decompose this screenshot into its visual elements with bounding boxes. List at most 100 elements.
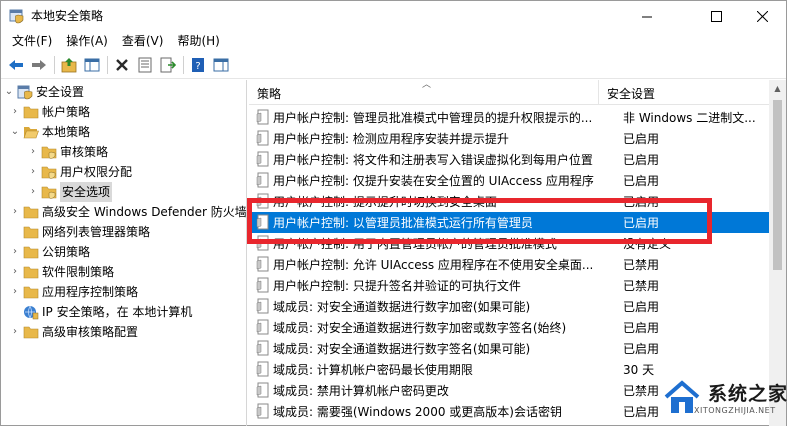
expand-arrow-icon[interactable]: › — [27, 162, 39, 182]
show-hide-tree-button[interactable] — [81, 54, 103, 76]
policy-row[interactable]: 域成员: 对安全通道数据进行数字加密(如果可能) 已启用 — [249, 296, 786, 317]
help-icon: ? — [192, 58, 204, 72]
tree-item-software-restriction[interactable]: › 软件限制策略 — [9, 262, 114, 282]
policy-name: 用户帐户控制: 管理员批准模式中管理员的提升权限提示的... — [273, 110, 593, 125]
ip-security-icon — [24, 305, 39, 320]
policy-setting: 已禁用 — [623, 257, 660, 272]
tree-item-label: 公钥策略 — [42, 245, 91, 259]
tree-item-security-options[interactable]: › 安全选项 — [27, 182, 113, 202]
policy-row[interactable]: 用户帐户控制: 仅提升安装在安全位置的 UIAccess 应用程序 已启用 — [249, 170, 786, 191]
policy-row[interactable]: 域成员: 对安全通道数据进行数字加密或数字签名(始终) 已启用 — [249, 317, 786, 338]
policy-item-icon — [256, 361, 269, 377]
expand-arrow-icon[interactable]: › — [9, 202, 21, 222]
policy-item-icon — [256, 130, 269, 146]
policy-row[interactable]: 域成员: 对安全通道数据进行数字签名(如果可能) 已启用 — [249, 338, 786, 359]
toolbar-separator — [183, 56, 184, 74]
policy-item-icon — [256, 151, 269, 167]
policy-item-icon — [256, 256, 269, 272]
policy-item-icon — [256, 298, 269, 314]
policy-setting: 已启用 — [623, 152, 660, 167]
folder-icon — [23, 286, 39, 299]
minimize-icon — [641, 16, 652, 17]
menu-view[interactable]: 查看(V) — [115, 31, 171, 51]
tree-item-audit-policy[interactable]: › 审核策略 — [27, 142, 108, 162]
tree-item-label: 应用程序控制策略 — [42, 285, 139, 299]
expand-arrow-icon[interactable]: › — [9, 242, 21, 262]
policy-name: 用户帐户控制: 将文件和注册表写入错误虚拟化到每用户位置 — [273, 152, 593, 167]
sort-ascending-icon: ︿ — [422, 80, 432, 90]
policy-name: 域成员: 对安全通道数据进行数字签名(如果可能) — [273, 341, 531, 356]
policy-folder-icon — [41, 186, 57, 199]
no-arrow — [9, 302, 21, 322]
tree-item-network-list-manager[interactable]: 网络列表管理器策略 — [9, 222, 150, 242]
policy-row[interactable]: 用户帐户控制: 检测应用程序安装并提示提升 已启用 — [249, 128, 786, 149]
tree-item-label: 审核策略 — [60, 145, 109, 159]
toolbar-separator — [107, 56, 108, 74]
menu-action[interactable]: 操作(A) — [59, 31, 115, 51]
tree-item-public-key-policies[interactable]: › 公钥策略 — [9, 242, 90, 262]
tree-item-windows-defender-firewall[interactable]: › 高级安全 Windows Defender 防火墙 — [9, 202, 246, 222]
export-list-button[interactable] — [157, 54, 179, 76]
tree-item-user-rights-assignment[interactable]: › 用户权限分配 — [27, 162, 132, 182]
help-button[interactable]: ? — [187, 54, 209, 76]
tree-item-label: 帐户策略 — [42, 105, 91, 119]
maximize-button[interactable] — [693, 1, 739, 31]
no-arrow — [9, 222, 21, 242]
tree-item-label: 用户权限分配 — [60, 165, 133, 179]
policy-row[interactable]: 用户帐户控制: 允许 UIAccess 应用程序在不使用安全桌面... 已禁用 — [249, 254, 786, 275]
show-action-pane-button[interactable] — [210, 54, 232, 76]
tree-item-account-policies[interactable]: › 帐户策略 — [9, 102, 90, 122]
toolbar: ? — [1, 52, 786, 79]
tree-item-label: 软件限制策略 — [42, 265, 115, 279]
policy-name: 域成员: 禁用计算机帐户密码更改 — [273, 383, 449, 398]
scroll-up-arrow-icon[interactable]: ▲ — [769, 80, 786, 97]
expand-arrow-icon[interactable]: › — [9, 322, 21, 342]
maximize-icon — [710, 10, 722, 22]
forward-button[interactable] — [28, 54, 50, 76]
tree-item-security-settings[interactable]: ⌄ 安全设置 — [3, 82, 84, 102]
tree-item-ip-security[interactable]: IP 安全策略，在 本地计算机 — [9, 302, 192, 322]
scrollbar-thumb[interactable] — [773, 100, 782, 270]
close-icon — [756, 10, 768, 22]
expand-arrow-icon[interactable]: › — [9, 102, 21, 122]
tree-item-label: 本地策略 — [42, 125, 91, 139]
folder-icon — [23, 206, 39, 219]
policy-item-icon — [256, 319, 269, 335]
security-policy-app-icon — [9, 9, 24, 24]
properties-button[interactable] — [134, 54, 156, 76]
local-security-policy-window: 本地安全策略 文件(F) 操作(A) 查看(V) 帮助(H) ? ⌄ 安全设置 … — [0, 0, 787, 426]
policy-row[interactable]: 用户帐户控制: 将文件和注册表写入错误虚拟化到每用户位置 已启用 — [249, 149, 786, 170]
folder-icon — [23, 326, 39, 339]
delete-button[interactable] — [111, 54, 133, 76]
policy-row[interactable]: 用户帐户控制: 管理员批准模式中管理员的提升权限提示的... 非 Windows… — [249, 107, 786, 128]
tree-item-label: 高级审核策略配置 — [42, 325, 139, 339]
tree-item-advanced-audit[interactable]: › 高级审核策略配置 — [9, 322, 138, 342]
expand-arrow-icon[interactable]: › — [27, 182, 39, 202]
tree-item-application-control[interactable]: › 应用程序控制策略 — [9, 282, 138, 302]
collapse-arrow-icon[interactable]: ⌄ — [3, 82, 15, 102]
expand-arrow-icon[interactable]: › — [9, 282, 21, 302]
tree-item-label: 网络列表管理器策略 — [42, 225, 151, 239]
tree-item-label: 安全选项 — [60, 182, 113, 202]
policy-row[interactable]: 用户帐户控制: 只提升签名并验证的可执行文件 已禁用 — [249, 275, 786, 296]
collapse-arrow-icon[interactable]: ⌄ — [9, 122, 21, 142]
policy-name: 域成员: 计算机帐户密码最长使用期限 — [273, 362, 473, 377]
up-one-level-button[interactable] — [58, 54, 80, 76]
window-title: 本地安全策略 — [31, 9, 104, 23]
column-header-setting[interactable]: 安全设置 — [599, 80, 655, 105]
open-folder-icon — [23, 127, 39, 139]
back-button[interactable] — [5, 54, 27, 76]
close-button[interactable] — [739, 1, 785, 31]
policy-setting: 已启用 — [623, 299, 660, 314]
expand-arrow-icon[interactable]: › — [27, 142, 39, 162]
expand-arrow-icon[interactable]: › — [9, 262, 21, 282]
menu-file[interactable]: 文件(F) — [5, 31, 59, 51]
policy-name: 域成员: 对安全通道数据进行数字加密(如果可能) — [273, 299, 531, 314]
tree-item-local-policies[interactable]: ⌄ 本地策略 — [9, 122, 90, 142]
back-arrow-icon — [9, 60, 23, 70]
security-settings-icon — [17, 85, 33, 100]
menu-help[interactable]: 帮助(H) — [170, 31, 226, 51]
column-header-policy[interactable]: 策略 — [249, 80, 281, 105]
minimize-button[interactable] — [624, 1, 670, 31]
up-folder-icon — [61, 58, 77, 73]
